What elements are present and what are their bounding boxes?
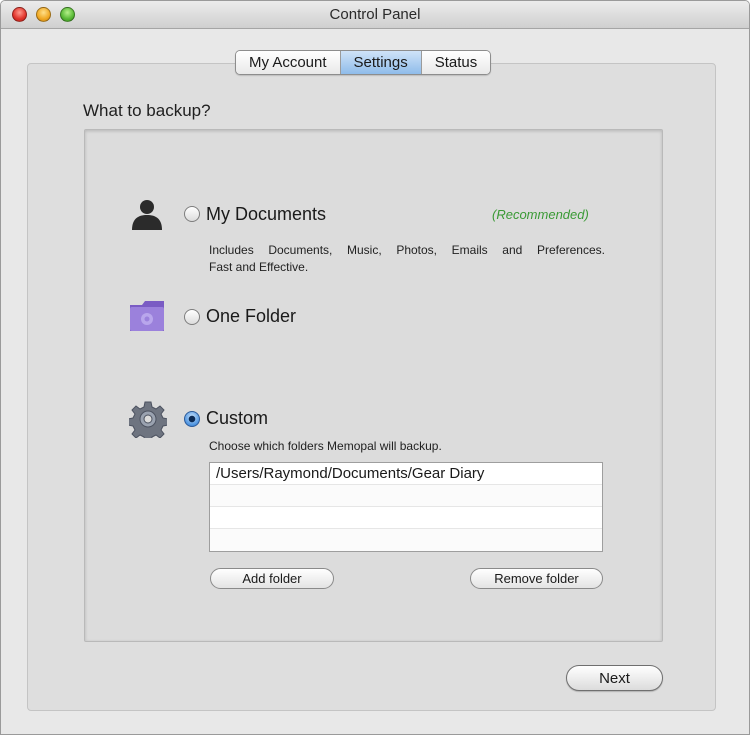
tab-settings[interactable]: Settings xyxy=(340,51,422,74)
gear-icon xyxy=(129,401,167,438)
person-silhouette-icon xyxy=(132,200,162,230)
my-documents-label[interactable]: My Documents xyxy=(206,204,326,225)
section-heading: What to backup? xyxy=(83,101,211,120)
tab-status[interactable]: Status xyxy=(421,51,491,74)
folder-list-row[interactable] xyxy=(210,507,602,529)
my-documents-description-line2: Fast and Effective. xyxy=(209,260,309,274)
add-folder-button[interactable]: Add folder xyxy=(210,568,334,589)
control-panel-window: Control Panel My Account Settings Status… xyxy=(0,0,750,735)
custom-radio[interactable] xyxy=(184,411,200,427)
title-bar: Control Panel xyxy=(1,1,749,29)
my-documents-description: Includes Documents, Music, Photos, Email… xyxy=(209,242,605,276)
folder-list-row[interactable] xyxy=(210,485,602,507)
custom-description: Choose which folders Memopal will backup… xyxy=(209,439,442,453)
one-folder-label[interactable]: One Folder xyxy=(206,306,296,327)
custom-label[interactable]: Custom xyxy=(206,408,268,429)
next-button[interactable]: Next xyxy=(566,665,663,691)
tab-bar: My Account Settings Status xyxy=(235,50,492,75)
folder-list-row[interactable] xyxy=(210,529,602,551)
backup-options-panel xyxy=(84,129,663,642)
folder-list-row[interactable]: /Users/Raymond/Documents/Gear Diary xyxy=(210,463,602,485)
one-folder-radio[interactable] xyxy=(184,309,200,325)
tab-my-account[interactable]: My Account xyxy=(236,51,341,74)
folder-list[interactable]: /Users/Raymond/Documents/Gear Diary xyxy=(209,462,603,552)
window-title: Control Panel xyxy=(329,6,421,23)
recommended-badge: (Recommended) xyxy=(492,207,589,222)
my-documents-description-line1: Includes Documents, Music, Photos, Email… xyxy=(209,243,605,257)
remove-folder-button[interactable]: Remove folder xyxy=(470,568,603,589)
purple-folder-icon xyxy=(130,301,164,331)
my-documents-radio[interactable] xyxy=(184,206,200,222)
